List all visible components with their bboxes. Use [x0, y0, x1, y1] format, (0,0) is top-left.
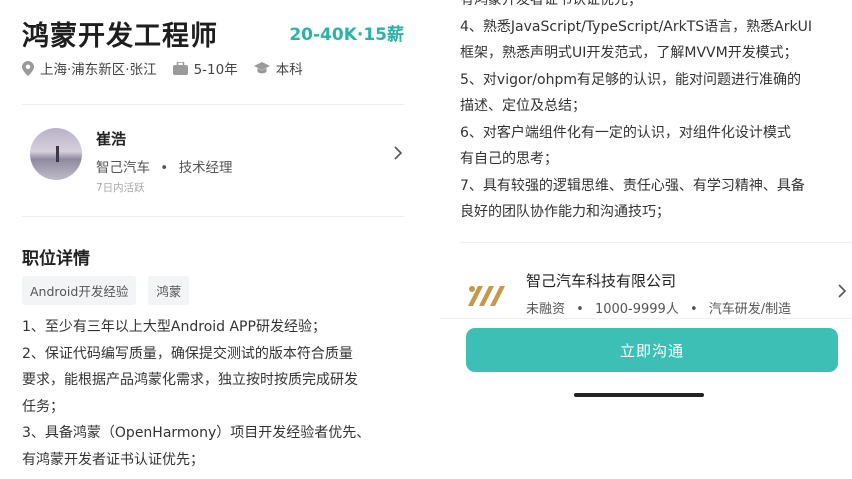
location-text: 上海·浦东新区·张江: [40, 62, 157, 78]
separator-dot: •: [160, 160, 169, 176]
company-info: 未融资 • 1000-9999人 • 汽车研发/制造: [526, 298, 791, 317]
home-indicator: [574, 393, 704, 397]
recruiter-info: 智己汽车 • 技术经理: [96, 156, 233, 176]
panel-gap: [424, 0, 440, 479]
chat-now-button[interactable]: 立即沟通: [466, 328, 838, 372]
company-funding: 未融资: [526, 302, 566, 317]
avatar: [30, 128, 82, 180]
requirement-line: 7、具有较强的逻辑思维、责任心强、有学习精神、具备: [460, 177, 805, 194]
job-detail-panel-scrolled: 有鸿蒙开发者证书认证优先； 4、熟悉JavaScript/TypeScript/…: [440, 0, 852, 479]
skill-tags: Android开发经验 鸿蒙: [22, 276, 201, 305]
description-line: 1、至少有三年以上大型Android APP研发经验；: [22, 319, 326, 335]
divider: [22, 216, 404, 217]
company-name: 智己汽车科技有限公司: [526, 272, 677, 290]
recruiter-company: 智己汽车: [96, 160, 150, 176]
requirement-line: 有鸿蒙开发者证书认证优先；: [460, 0, 642, 8]
requirement-line: 描述、定位及总结；: [460, 98, 586, 114]
chevron-right-icon: [838, 284, 846, 298]
location-item: 上海·浦东新区·张江: [22, 58, 157, 78]
location-pin-icon: [22, 60, 34, 76]
education-item: 本科: [253, 58, 303, 78]
job-detail-panel: 鸿蒙开发工程师 20-40K·15薪 上海·浦东新区·张江 5-10年 本科 崔…: [0, 0, 424, 479]
briefcase-icon: [172, 61, 188, 75]
experience-text: 5-10年: [193, 62, 238, 78]
description-line: 2、保证代码编写质量，确保提交测试的版本符合质量: [22, 345, 353, 362]
recruiter-active-status: 7日内活跃: [96, 182, 145, 194]
separator-dot: •: [576, 302, 584, 317]
requirement-line: 6、对客户端组件化有一定的认识，对组件化设计模式: [460, 124, 791, 141]
company-size: 1000-9999人: [594, 302, 679, 317]
recruiter-card[interactable]: 崔浩 智己汽车 • 技术经理 7日内活跃: [22, 124, 404, 196]
salary: 20-40K·15薪: [289, 25, 404, 45]
experience-item: 5-10年: [172, 58, 238, 78]
requirement-line: 4、熟悉JavaScript/TypeScript/ArkTS语言，熟悉ArkU…: [460, 18, 812, 35]
company-logo-icon: [468, 286, 505, 306]
section-title-job-details: 职位详情: [22, 249, 90, 269]
skill-tag: 鸿蒙: [148, 276, 190, 305]
requirement-line: 框架，熟悉声明式UI开发范式，了解MVVM开发模式；: [460, 45, 798, 61]
job-requirements: 有鸿蒙开发者证书认证优先； 4、熟悉JavaScript/TypeScript/…: [460, 0, 852, 226]
description-line: 有鸿蒙开发者证书认证优先；: [22, 451, 204, 468]
job-description: 1、至少有三年以上大型Android APP研发经验； 2、保证代码编写质量，确…: [22, 314, 412, 473]
description-line: 3、具备鸿蒙（OpenHarmony）项目开发经验者优先、: [22, 425, 371, 441]
divider: [22, 104, 404, 105]
requirement-line: 有自己的思考；: [460, 151, 558, 167]
education-text: 本科: [275, 62, 303, 78]
job-meta: 上海·浦东新区·张江 5-10年 本科: [22, 58, 319, 78]
graduation-cap-icon: [253, 61, 270, 73]
company-industry: 汽车研发/制造: [708, 302, 792, 317]
requirement-line: 5、对vigor/ohpm有足够的认识，能对问题进行准确的: [460, 71, 801, 88]
recruiter-position: 技术经理: [178, 160, 233, 176]
requirement-line: 良好的团队协作能力和沟通技巧；: [460, 204, 670, 220]
chevron-right-icon: [394, 146, 402, 160]
skill-tag: Android开发经验: [22, 276, 137, 305]
company-card[interactable]: 智己汽车科技有限公司 未融资 • 1000-9999人 • 汽车研发/制造: [460, 262, 852, 320]
description-line: 任务；: [22, 398, 64, 415]
recruiter-name: 崔浩: [96, 130, 127, 148]
divider: [460, 242, 852, 243]
separator-dot: •: [689, 302, 698, 317]
description-line: 要求，能根据产品鸿蒙化需求，独立按时按质完成研发: [22, 372, 358, 388]
job-title: 鸿蒙开发工程师: [22, 21, 218, 52]
